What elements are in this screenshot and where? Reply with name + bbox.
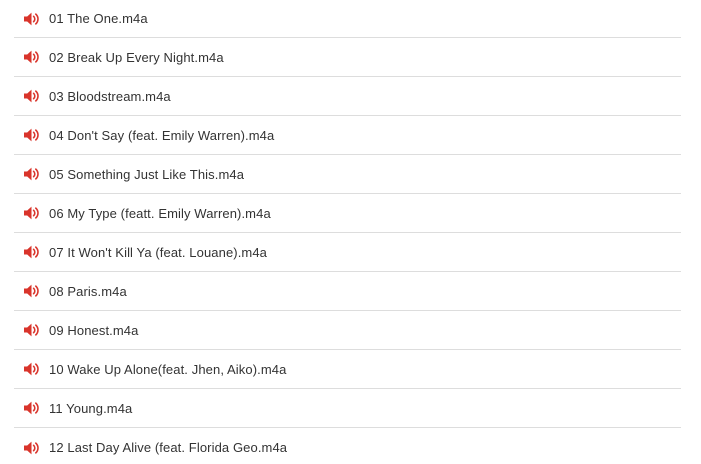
track-label: 06 My Type (featt. Emily Warren).m4a [49, 205, 271, 221]
track-row[interactable]: 02 Break Up Every Night.m4a [14, 38, 681, 77]
speaker-icon[interactable] [23, 49, 41, 65]
speaker-icon[interactable] [23, 11, 41, 27]
track-label: 01 The One.m4a [49, 11, 148, 26]
track-label: 04 Don't Say (feat. Emily Warren).m4a [49, 127, 275, 143]
track-label: 07 It Won't Kill Ya (feat. Louane).m4a [49, 244, 268, 260]
track-row[interactable]: 03 Bloodstream.m4a [14, 77, 681, 116]
track-label: 11 Young.m4a [49, 400, 133, 416]
track-row[interactable]: 10 Wake Up Alone(feat. Jhen, Aiko).m4a [14, 350, 681, 389]
speaker-icon[interactable] [23, 322, 41, 338]
track-row[interactable]: 07 It Won't Kill Ya (feat. Louane).m4a [14, 233, 681, 272]
track-label: 08 Paris.m4a [49, 283, 127, 299]
track-row[interactable]: 08 Paris.m4a [14, 272, 681, 311]
track-label: 12 Last Day Alive (feat. Florida Geo.m4a [49, 440, 288, 455]
speaker-icon[interactable] [23, 283, 41, 299]
speaker-icon[interactable] [23, 127, 41, 143]
speaker-icon[interactable] [23, 361, 41, 377]
speaker-icon[interactable] [23, 88, 41, 104]
speaker-icon[interactable] [23, 205, 41, 221]
track-list: 01 The One.m4a 02 Break Up Every Night.m… [14, 0, 681, 464]
track-row[interactable]: 06 My Type (featt. Emily Warren).m4a [14, 194, 681, 233]
track-label: 10 Wake Up Alone(feat. Jhen, Aiko).m4a [49, 361, 287, 377]
track-label: 02 Break Up Every Night.m4a [49, 49, 224, 65]
speaker-icon[interactable] [23, 400, 41, 416]
track-label: 05 Something Just Like This.m4a [49, 166, 245, 182]
speaker-icon[interactable] [23, 440, 41, 456]
speaker-icon[interactable] [23, 166, 41, 182]
track-row[interactable]: 04 Don't Say (feat. Emily Warren).m4a [14, 116, 681, 155]
track-row[interactable]: 09 Honest.m4a [14, 311, 681, 350]
track-row[interactable]: 12 Last Day Alive (feat. Florida Geo.m4a [14, 428, 681, 464]
track-label: 09 Honest.m4a [49, 322, 139, 338]
track-row[interactable]: 05 Something Just Like This.m4a [14, 155, 681, 194]
track-label: 03 Bloodstream.m4a [49, 88, 171, 104]
speaker-icon[interactable] [23, 244, 41, 260]
track-row[interactable]: 11 Young.m4a [14, 389, 681, 428]
track-row[interactable]: 01 The One.m4a [14, 0, 681, 38]
